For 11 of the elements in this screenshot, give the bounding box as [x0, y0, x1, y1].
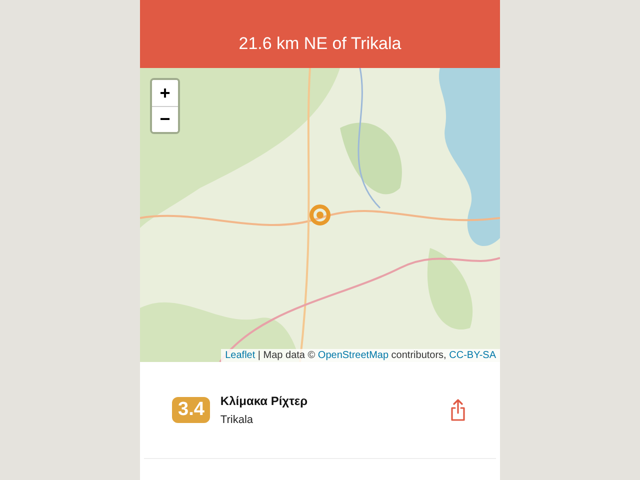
map-attribution: Leaflet | Map data © OpenStreetMap contributors, CC-BY-SA: [221, 349, 500, 362]
attribution-link[interactable]: OpenStreetMap: [318, 350, 389, 361]
location-subtitle: 21.6 km NE of Trikala: [238, 34, 402, 54]
scale-label: Κλίμακα Ρίχτερ: [220, 394, 309, 408]
epicenter-marker-icon: [309, 204, 331, 226]
magnitude-badge: 3.4: [172, 397, 210, 423]
place-label: Trikala: [220, 414, 254, 426]
share-icon[interactable]: [448, 399, 468, 421]
attribution-link[interactable]: Leaflet: [225, 350, 256, 361]
attribution-link[interactable]: CC-BY-SA: [449, 350, 496, 361]
zoom-out-button[interactable]: −: [152, 106, 178, 132]
